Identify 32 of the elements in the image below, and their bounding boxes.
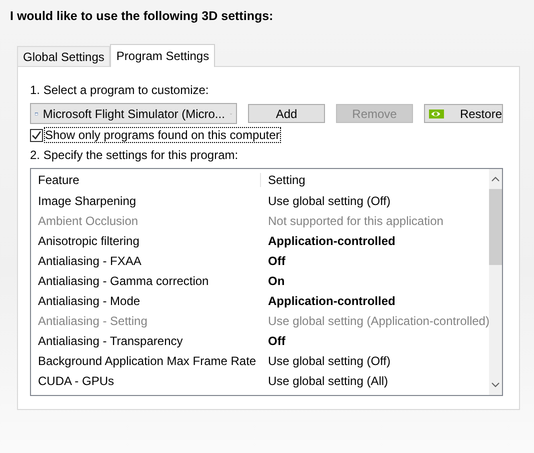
setting-cell[interactable]: Use global setting (Off) — [260, 194, 490, 208]
setting-cell[interactable]: Use global setting (All) — [260, 374, 490, 388]
checkbox[interactable] — [30, 128, 43, 142]
setting-cell[interactable]: On — [260, 274, 490, 288]
step-label: 1. Select a program to customize: — [30, 83, 210, 97]
scroll-down-icon[interactable] — [491, 382, 500, 388]
scrollbar[interactable] — [489, 169, 502, 395]
setting-cell[interactable]: Use global setting (Off) — [260, 354, 490, 368]
setting-cell[interactable]: Off — [260, 254, 490, 268]
column-header[interactable]: Feature — [31, 173, 260, 187]
feature-cell[interactable]: Antialiasing - Mode — [31, 294, 260, 308]
feature-cell[interactable]: Antialiasing - Transparency — [31, 334, 260, 348]
tab[interactable]: Global Settings — [17, 46, 110, 66]
action-button[interactable]: Restore — [424, 104, 503, 123]
feature-cell[interactable]: Antialiasing - FXAA — [31, 254, 260, 268]
eye-logo-icon — [429, 108, 444, 120]
setting-cell[interactable]: Off — [260, 334, 490, 348]
checkbox-label[interactable]: Show only programs found on this computer — [45, 128, 280, 142]
feature-cell[interactable]: Anisotropic filtering — [31, 234, 260, 248]
program-dropdown[interactable]: Microsoft Flight Simulator (Micro... — [30, 103, 237, 124]
step-label: 2. Specify the settings for this program: — [30, 148, 240, 162]
setting-cell[interactable]: Application-controlled — [260, 234, 490, 248]
section-heading: I would like to use the following 3D settings: — [10, 9, 274, 23]
feature-cell[interactable]: Image Sharpening — [31, 194, 260, 208]
feature-cell[interactable]: Background Application Max Frame Rate — [31, 354, 260, 368]
feature-cell[interactable]: CUDA - GPUs — [31, 374, 260, 388]
action-button[interactable]: Add — [248, 104, 325, 123]
feature-cell[interactable]: Antialiasing - Gamma correction — [31, 274, 260, 288]
scroll-thumb[interactable] — [489, 189, 502, 265]
scroll-up-icon[interactable] — [491, 176, 500, 182]
tab[interactable]: Program Settings — [110, 44, 216, 67]
setting-cell[interactable]: Application-controlled — [260, 294, 490, 308]
